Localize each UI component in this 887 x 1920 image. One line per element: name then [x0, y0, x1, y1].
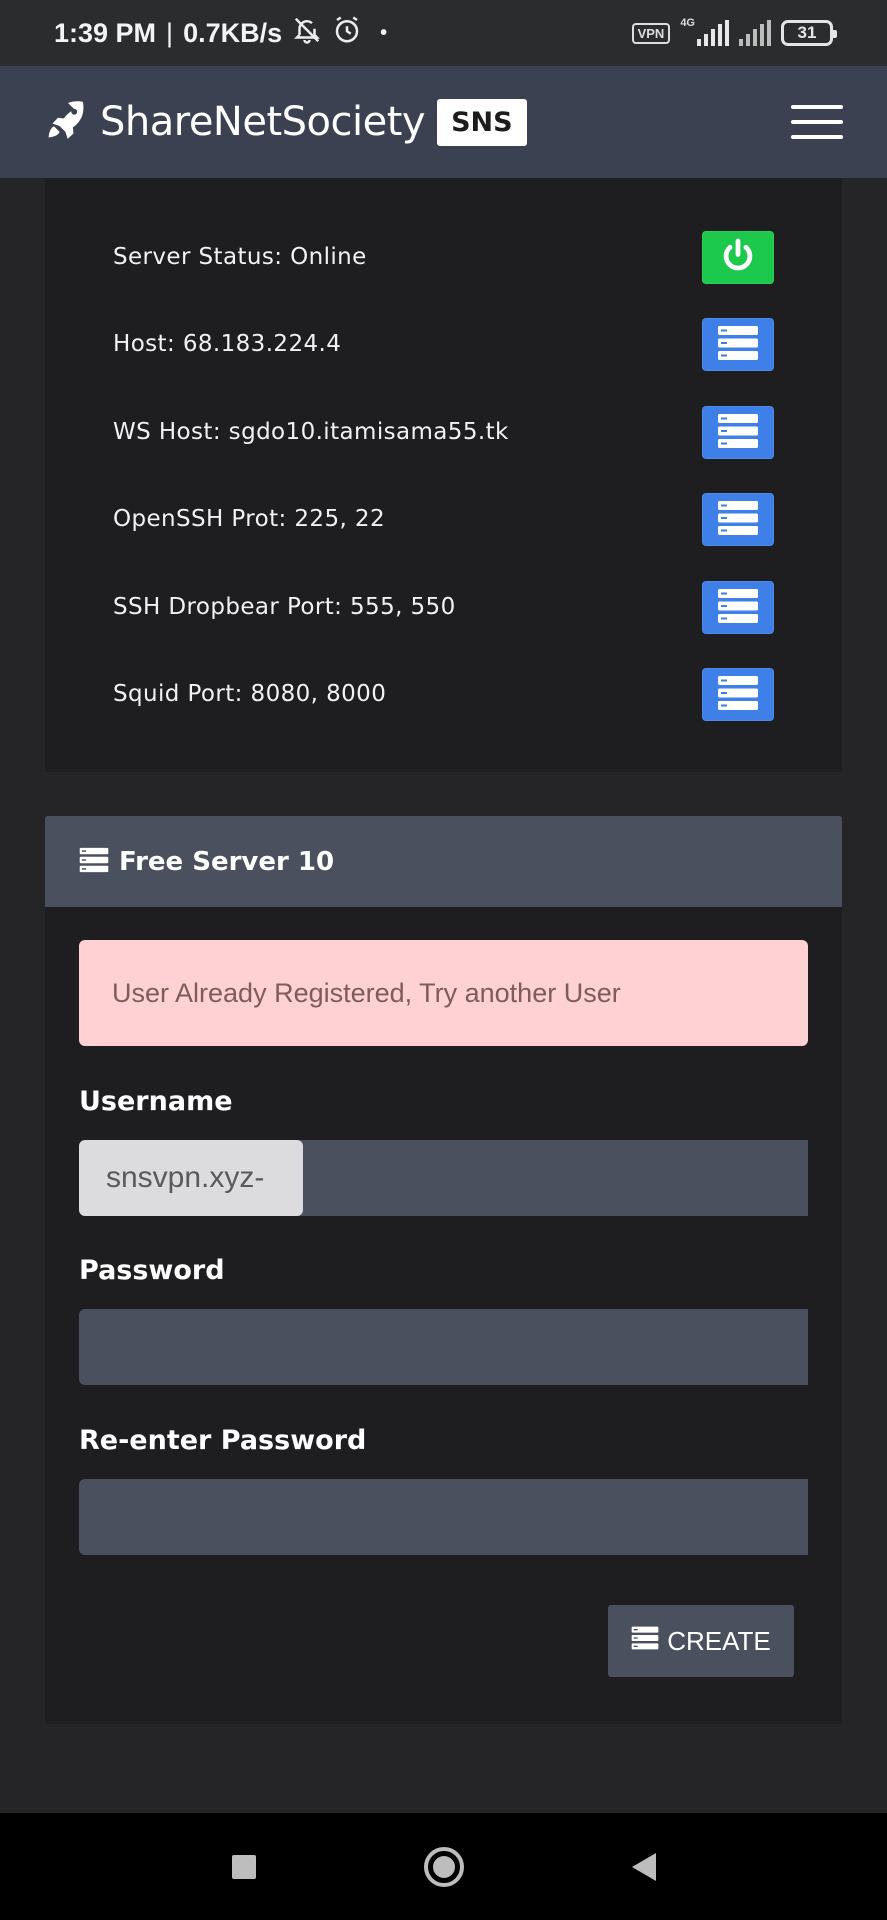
hamburger-icon[interactable]: [791, 105, 843, 139]
reenter-password-label: Re-enter Password: [79, 1425, 367, 1456]
openssh-label: OpenSSH Prot: 225, 22: [113, 506, 385, 532]
squid-button[interactable]: [702, 667, 774, 721]
error-alert: User Already Registered, Try another Use…: [79, 940, 808, 1046]
signal-icon-secondary: [739, 20, 771, 46]
battery-level: 31: [797, 23, 817, 42]
system-navigation-bar: [0, 1813, 887, 1920]
password-input[interactable]: [79, 1309, 808, 1385]
status-separator: |: [166, 17, 174, 48]
network-type: 4G: [680, 17, 695, 29]
openssh-row: OpenSSH Prot: 225, 22: [113, 491, 774, 547]
site-header: ShareNetSociety SNS: [0, 66, 887, 178]
server-icon: [631, 1626, 659, 1657]
server-icon: [717, 500, 759, 539]
brand-link[interactable]: ShareNetSociety SNS: [44, 98, 527, 146]
create-account-card: Free Server 10 User Already Registered, …: [45, 816, 842, 1724]
create-button-label: CREATE: [667, 1625, 771, 1656]
home-icon[interactable]: [419, 1842, 469, 1892]
openssh-button[interactable]: [702, 492, 774, 546]
server-icon: [79, 847, 109, 877]
power-icon: [719, 237, 757, 278]
rocket-icon: [44, 98, 88, 146]
clock: 1:39 PM: [54, 17, 157, 48]
squid-row: Squid Port: 8080, 8000: [113, 666, 774, 722]
dropbear-label: SSH Dropbear Port: 555, 550: [113, 594, 456, 620]
status-bar: 1:39 PM | 0.7KB/s • VPN 4G 31: [0, 0, 887, 66]
server-info-card: Server Status: Online Host: 68.183.224.4…: [45, 178, 842, 772]
password-label: Password: [79, 1255, 225, 1286]
server-icon: [717, 413, 759, 452]
host-row: Host: 68.183.224.4: [113, 316, 774, 372]
card-title: Free Server 10: [119, 846, 335, 877]
ws-host-label: WS Host: sgdo10.itamisama55.tk: [113, 419, 509, 445]
server-status-button[interactable]: [702, 230, 774, 284]
reenter-password-input[interactable]: [79, 1479, 808, 1555]
host-button[interactable]: [702, 317, 774, 371]
dropbear-row: SSH Dropbear Port: 555, 550: [113, 579, 774, 635]
squid-label: Squid Port: 8080, 8000: [113, 681, 387, 707]
server-icon: [717, 588, 759, 627]
server-status-row: Server Status: Online: [113, 229, 774, 285]
server-icon: [717, 325, 759, 364]
ws-host-row: WS Host: sgdo10.itamisama55.tk: [113, 404, 774, 460]
username-prefix: snsvpn.xyz-: [79, 1140, 303, 1216]
network-speed: 0.7KB/s: [183, 17, 283, 48]
server-status-label: Server Status: Online: [113, 244, 367, 270]
brand-badge: SNS: [437, 98, 527, 146]
username-input[interactable]: [297, 1140, 808, 1216]
recents-icon[interactable]: [219, 1842, 269, 1892]
server-icon: [717, 675, 759, 714]
username-input-group: snsvpn.xyz-: [79, 1140, 808, 1216]
bell-off-icon: [292, 15, 322, 52]
vpn-badge: VPN: [631, 22, 671, 44]
dropbear-button[interactable]: [702, 580, 774, 634]
brand-name: ShareNetSociety: [100, 99, 426, 145]
ws-host-button[interactable]: [702, 405, 774, 459]
host-label: Host: 68.183.224.4: [113, 331, 342, 357]
alarm-icon: [332, 15, 362, 52]
status-dot: •: [380, 21, 388, 44]
create-button[interactable]: CREATE: [608, 1605, 794, 1677]
signal-icon: [697, 20, 729, 46]
card-header: Free Server 10: [45, 816, 842, 907]
username-label: Username: [79, 1086, 233, 1117]
battery-icon: 31: [781, 20, 837, 46]
back-icon[interactable]: [619, 1842, 669, 1892]
